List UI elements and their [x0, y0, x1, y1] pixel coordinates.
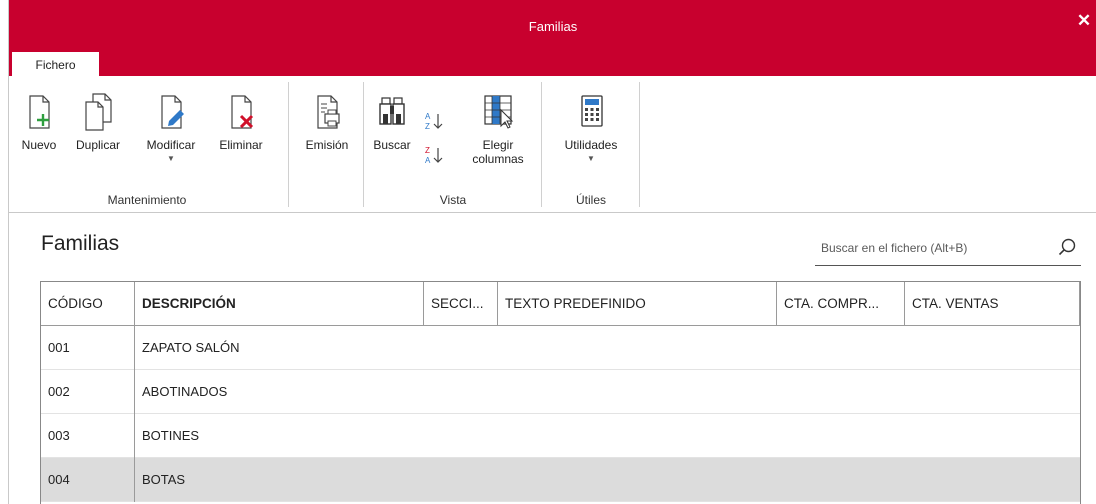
svg-text:Z: Z [425, 122, 430, 131]
column-header-codigo[interactable]: CÓDIGO [41, 282, 135, 325]
ribbon: Nuevo Duplicar Modificar ▼ Eliminar Mant… [9, 76, 1096, 213]
cell-descripcion: BOTAS [142, 472, 186, 487]
table-row[interactable]: 001 ZAPATO SALÓN [41, 326, 1080, 370]
modificar-button[interactable]: Modificar ▼ [133, 90, 209, 164]
familias-window: Familias ✕ Fichero Nuevo Duplicar Modifi… [8, 0, 1096, 504]
column-header-cta-compras[interactable]: CTA. COMPR... [777, 282, 905, 325]
cell-codigo: 001 [41, 326, 135, 370]
table-row-selected[interactable]: 004 BOTAS [41, 458, 1080, 502]
group-label-mantenimiento: Mantenimiento [107, 193, 187, 207]
eliminar-label: Eliminar [219, 138, 263, 152]
duplicar-label: Duplicar [75, 138, 120, 152]
nuevo-button[interactable]: Nuevo [15, 90, 63, 152]
close-icon: ✕ [1076, 11, 1092, 30]
columnas-label: columnas [472, 152, 524, 166]
elegir-label: Elegir [482, 138, 514, 152]
cell-codigo: 002 [41, 370, 135, 414]
search-icon[interactable] [1057, 237, 1077, 257]
calculator-icon [581, 95, 603, 127]
group-mantenimiento: Nuevo Duplicar Modificar ▼ Eliminar Mant… [9, 76, 285, 213]
utilidades-button[interactable]: Utilidades ▼ [549, 90, 633, 164]
column-header-descripcion[interactable]: DESCRIPCIÓN [135, 282, 424, 325]
column-header-cta-ventas[interactable]: CTA. VENTAS [905, 282, 1080, 325]
duplicate-document-icon [85, 93, 112, 131]
table-row[interactable]: 002 ABOTINADOS [41, 370, 1080, 414]
close-button[interactable]: ✕ [1071, 8, 1096, 34]
search-box [815, 232, 1081, 266]
table-header: CÓDIGO DESCRIPCIÓN SECCI... TEXTO PREDEF… [41, 282, 1080, 326]
group-separator [288, 82, 289, 207]
familias-table: CÓDIGO DESCRIPCIÓN SECCI... TEXTO PREDEF… [40, 281, 1081, 504]
buscar-label: Buscar [373, 138, 411, 152]
group-separator [639, 82, 640, 207]
binoculars-icon [379, 97, 405, 125]
column-header-seccion[interactable]: SECCI... [424, 282, 498, 325]
buscar-button[interactable]: Buscar [369, 90, 415, 152]
group-separator [363, 82, 364, 207]
utilidades-label: Utilidades [564, 138, 618, 152]
cell-codigo: 003 [41, 414, 135, 458]
search-input[interactable] [821, 236, 1037, 260]
group-label-vista: Vista [439, 193, 467, 207]
sort-ascending-icon[interactable]: A Z [423, 110, 445, 132]
edit-document-icon [161, 95, 184, 129]
delete-document-icon [231, 95, 254, 129]
choose-columns-icon [484, 95, 514, 129]
print-document-icon [317, 95, 340, 129]
group-vista: Buscar A Z Z A Elegir columnas Vista [365, 76, 541, 213]
chevron-down-icon: ▼ [167, 154, 175, 163]
tab-fichero[interactable]: Fichero [12, 52, 99, 77]
eliminar-button[interactable]: Eliminar [211, 90, 271, 152]
table-row[interactable]: 003 BOTINES [41, 414, 1080, 458]
sort-descending-icon[interactable]: Z A [423, 144, 445, 166]
group-separator [541, 82, 542, 207]
cell-descripcion: BOTINES [142, 428, 200, 443]
page-title: Familias [41, 232, 120, 255]
group-label-utiles: Útiles [575, 193, 606, 207]
column-header-texto-predefinido[interactable]: TEXTO PREDEFINIDO [498, 282, 777, 325]
group-utiles: Utilidades ▼ Útiles [543, 76, 639, 213]
cell-descripcion: ABOTINADOS [142, 384, 228, 399]
cell-codigo: 004 [41, 458, 135, 502]
chevron-down-icon: ▼ [587, 154, 595, 163]
window-title: Familias [528, 19, 578, 34]
emision-label: Emisión [305, 138, 349, 152]
cell-descripcion: ZAPATO SALÓN [142, 340, 240, 355]
title-bar: Familias ✕ Fichero [9, 0, 1096, 77]
new-document-icon [29, 95, 50, 129]
emision-button[interactable]: Emisión [296, 90, 358, 152]
duplicar-button[interactable]: Duplicar [67, 90, 129, 152]
svg-text:A: A [425, 156, 431, 165]
nuevo-label: Nuevo [21, 138, 57, 152]
svg-text:Z: Z [425, 146, 430, 155]
elegir-columnas-button[interactable]: Elegir columnas [465, 90, 531, 166]
modificar-label: Modificar [146, 138, 196, 152]
svg-text:A: A [425, 112, 431, 121]
